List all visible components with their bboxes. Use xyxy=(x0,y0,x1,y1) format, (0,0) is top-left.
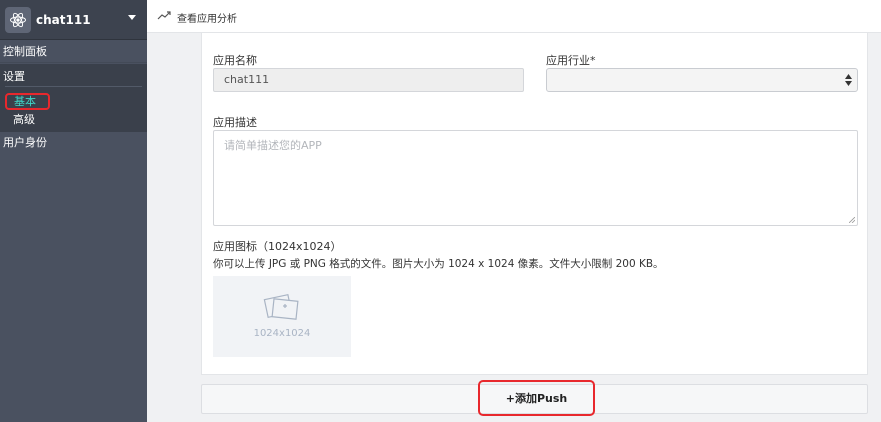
divider xyxy=(5,86,142,87)
app-switcher[interactable]: chat111 xyxy=(0,0,147,40)
app-name: chat111 xyxy=(36,13,91,27)
react-atom-icon xyxy=(5,7,31,33)
app-icon-upload[interactable]: 1024x1024 xyxy=(213,276,351,357)
description-textarea[interactable]: 请简单描述您的APP xyxy=(213,130,858,226)
app-icon-hint: 你可以上传 JPG 或 PNG 格式的文件。图片大小为 1024 x 1024 … xyxy=(213,258,664,270)
sidebar-settings-group: 设置 基本 高级 xyxy=(0,64,147,132)
app-settings-panel: 应用名称 chat111 应用行业* 应用描述 请简单描述您的APP 应用图标（… xyxy=(201,33,868,375)
app-name-label: 应用名称 xyxy=(213,54,257,67)
chevron-down-icon[interactable] xyxy=(128,15,136,20)
sidebar-subitem-basic[interactable]: 基本 xyxy=(5,93,50,110)
select-arrows-icon xyxy=(845,74,852,86)
sidebar: chat111 控制面板 设置 基本 高级 用户身份 xyxy=(0,0,147,422)
image-upload-icon xyxy=(263,293,299,320)
app-name-field[interactable]: chat111 xyxy=(213,68,524,92)
app-icon-label: 应用图标（1024x1024） xyxy=(213,240,342,253)
view-analytics-link[interactable]: 查看应用分析 xyxy=(177,10,237,25)
icon-size-text: 1024x1024 xyxy=(253,328,311,339)
description-placeholder: 请简单描述您的APP xyxy=(224,139,322,152)
sidebar-item-user-identity[interactable]: 用户身份 xyxy=(0,134,147,152)
sidebar-item-settings[interactable]: 设置 xyxy=(3,68,25,84)
industry-label: 应用行业* xyxy=(546,54,596,67)
industry-select[interactable] xyxy=(546,68,858,92)
sidebar-item-dashboard[interactable]: 控制面板 xyxy=(0,41,147,63)
trend-up-icon xyxy=(157,11,171,20)
sidebar-subitem-advanced[interactable]: 高级 xyxy=(13,111,35,127)
topbar: 查看应用分析 xyxy=(147,0,881,33)
add-push-button[interactable]: +添加Push xyxy=(478,380,595,416)
description-label: 应用描述 xyxy=(213,116,257,129)
app-root: chat111 控制面板 设置 基本 高级 用户身份 查看应用分析 应用名称 c… xyxy=(0,0,881,422)
resize-grip-icon[interactable] xyxy=(849,217,855,223)
